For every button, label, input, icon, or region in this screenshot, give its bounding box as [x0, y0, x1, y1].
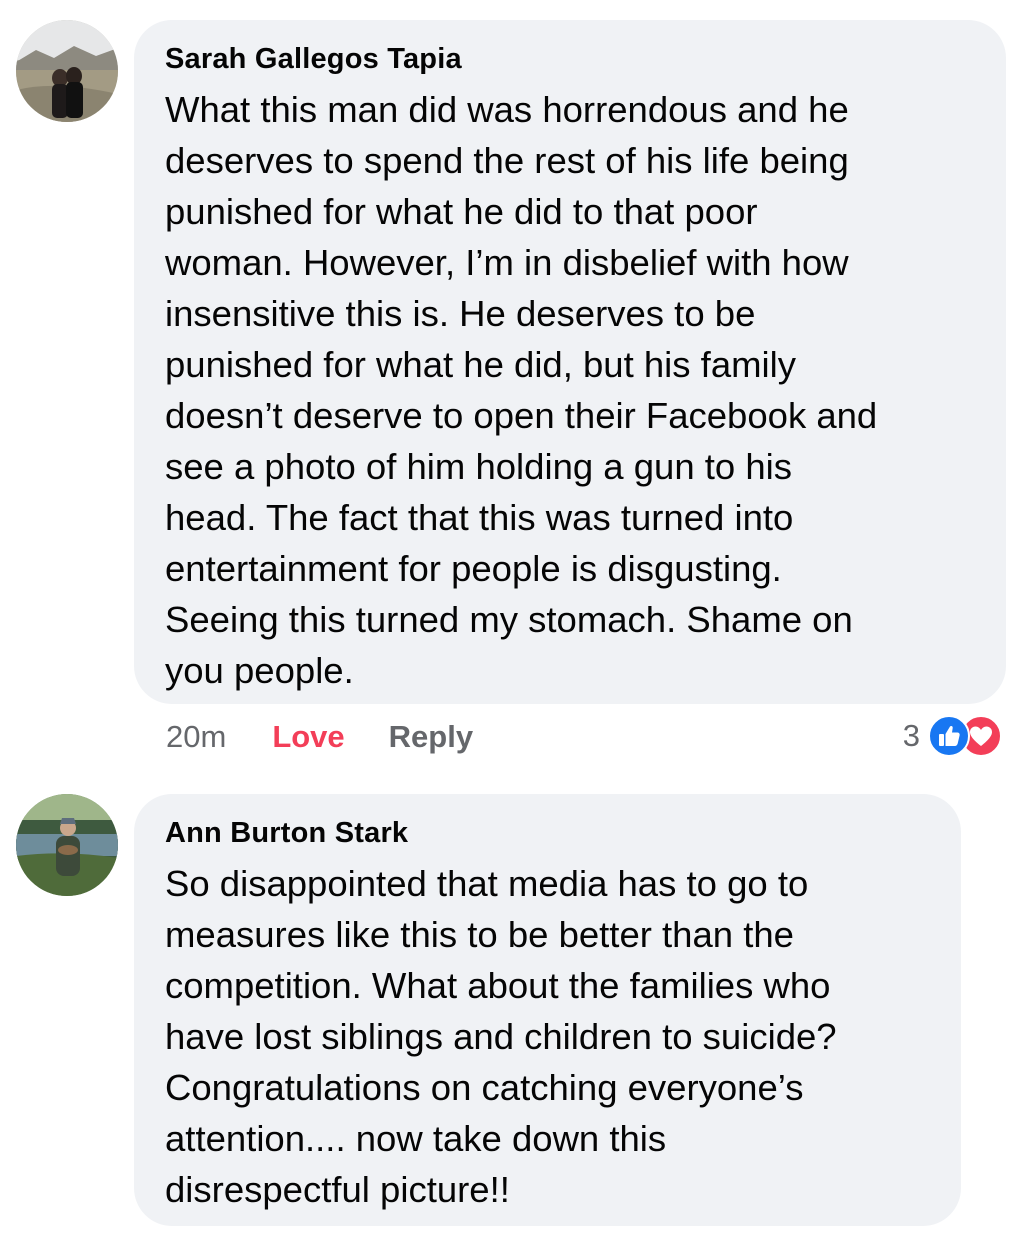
- comment-text: So disappointed that media has to go to …: [165, 863, 837, 1210]
- reaction-count: 3: [902, 718, 920, 753]
- comment-text: What this man did was horrendous and he …: [165, 89, 878, 691]
- reply-button[interactable]: Reply: [389, 717, 473, 757]
- love-button[interactable]: Love: [272, 717, 344, 757]
- comment-author[interactable]: Ann Burton Stark: [165, 816, 931, 850]
- comment-actions: 20m Love Reply: [166, 717, 473, 757]
- avatar[interactable]: [16, 794, 118, 896]
- comment-bubble: Ann Burton Stark So disappointed that me…: [134, 794, 961, 1226]
- comment-bubble: Sarah Gallegos Tapia What this man did w…: [134, 20, 1006, 704]
- comment-timestamp[interactable]: 20m: [166, 717, 226, 757]
- avatar[interactable]: [16, 20, 118, 122]
- reaction-icons: [928, 715, 1010, 757]
- reaction-summary[interactable]: 3: [903, 715, 1010, 757]
- like-icon: [928, 715, 970, 757]
- comment-author[interactable]: Sarah Gallegos Tapia: [165, 42, 976, 76]
